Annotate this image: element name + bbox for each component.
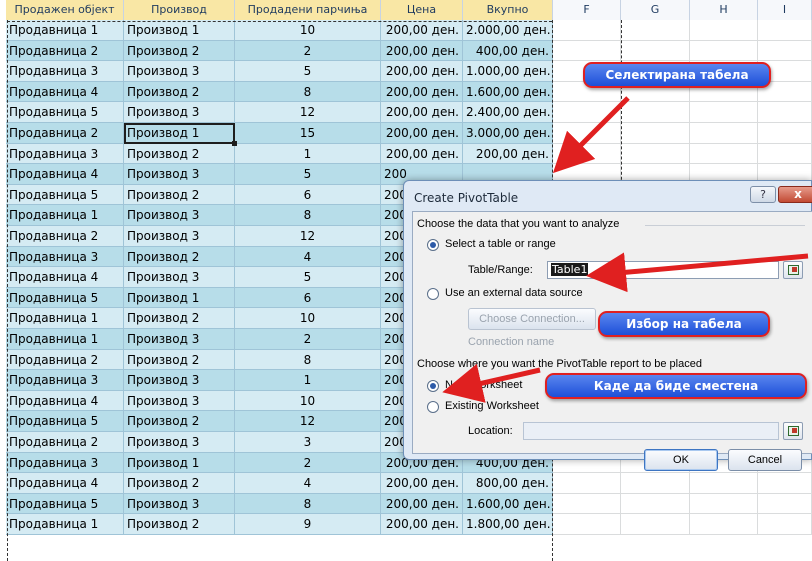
arrow-to-table-range [586, 252, 809, 293]
callout-selected-table: Селектирана табела [583, 62, 771, 88]
arrow-to-new-worksheet [442, 363, 541, 403]
callout-placement: Каде да биде сместена [545, 373, 807, 399]
callout-table-choice: Избор на табела [598, 311, 770, 337]
arrow-to-selection [552, 96, 630, 174]
